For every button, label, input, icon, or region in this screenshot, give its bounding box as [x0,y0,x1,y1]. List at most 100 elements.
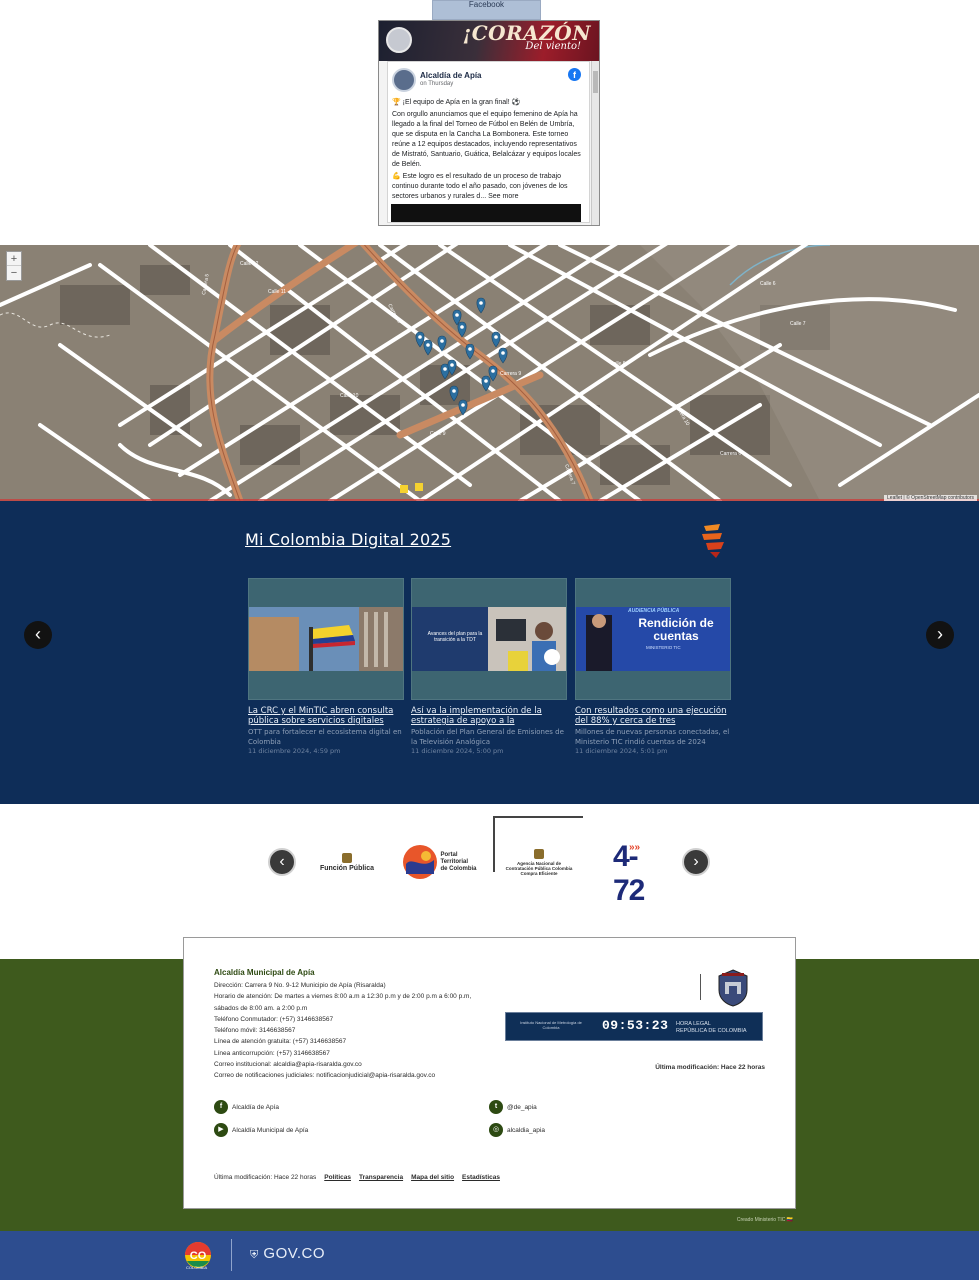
page-avatar [386,27,412,53]
last-modified-right: Última modificación: Hace 22 horas [655,1064,765,1071]
partner-logo-4-72[interactable]: 4-72 »» [608,832,664,907]
zoom-in-button[interactable]: + [7,252,21,266]
image-headline: Rendición de cuentas [638,616,714,643]
section-title[interactable]: Mi Colombia Digital 2025 [245,530,451,549]
image-caption: AUDIENCIA PÚBLICA [628,608,680,614]
map-marker-dot [484,379,488,383]
partners-next-button[interactable]: › [682,848,710,876]
see-more-link[interactable]: See more [488,193,518,200]
news-card-date: 11 diciembre 2024, 4:59 pm [248,747,341,755]
legal-time-clock[interactable]: Instituto Nacional de Metrología de Colo… [505,1012,763,1041]
facebook-post: Alcaldía de Apía on Thursday f 🏆 ¡El equ… [387,61,590,223]
news-card-description: Millones de nuevas personas conectadas, … [575,728,730,746]
street-label: Calle 6 [760,281,776,287]
news-card[interactable]: Avances del plan para la transición a la… [411,578,567,755]
partner-logo-colombia-compra[interactable]: Agencia Nacional de Contratación Pública… [502,832,576,892]
facebook-widget[interactable]: ¡CORAZÓN Del viento! Alcaldía de Apía on… [378,20,600,226]
last-modified: Última modificación: Hace 22 horas [214,1174,317,1181]
carousel-next-button[interactable]: › [926,621,954,649]
coat-of-arms-icon [534,848,544,859]
coat-of-arms-icon: ⛨ [250,1249,259,1261]
post-time[interactable]: on Thursday [420,81,453,87]
post-avatar[interactable] [392,68,416,92]
contact-line: Teléfono Conmutador: (+57) 3146638567 [214,1015,334,1023]
news-card-image[interactable]: AUDIENCIA PÚBLICA Rendición de cuentas M… [575,578,731,700]
news-card-title[interactable]: Así va la implementación de la estrategi… [411,706,567,726]
carousel-prev-button[interactable]: ‹ [24,621,52,649]
post-page-name[interactable]: Alcaldía de Apía [420,71,482,80]
partners-prev-button[interactable]: ‹ [268,848,296,876]
contact-line[interactable]: Correo institucional: alcaldia@apia-risa… [214,1059,514,1070]
street-label: Carrera 6 [720,451,741,457]
zoom-out-button[interactable]: − [7,266,21,280]
street-label: Calle 8 [610,361,626,367]
map-canvas[interactable]: Calle 11 Carrera 8 Calle 10 Carrera 9 Ca… [0,245,979,501]
news-card[interactable]: La CRC y el MinTIC abren consulta públic… [248,578,404,755]
post-text: 🏆 ¡El equipo de Apía en la gran final! ⚽… [392,98,584,204]
contact-line: Línea de atención gratuita: (+57) 314663… [214,1038,347,1046]
street-label: Calle 7 [790,321,806,327]
clock-institute-text: Instituto Nacional de Metrología de Colo… [520,1020,582,1030]
clock-time: 09:53:23 [602,1018,669,1033]
contact-info: Dirección: Carrera 9 No. 9-12 Municipio … [214,980,514,1082]
contact-line: sábados de 8:00 am. a 2:00 p.m [214,1004,308,1012]
news-card-image[interactable]: Avances del plan para la transición a la… [411,578,567,700]
social-youtube[interactable]: ▶ Alcaldía Municipal de Apía [214,1123,308,1137]
link-transparencia[interactable]: Transparencia [359,1174,403,1181]
image-caption: Avances del plan para la transición a la… [427,631,483,643]
town-map[interactable]: Calle 11 Carrera 8 Calle 10 Carrera 9 Ca… [0,245,979,501]
govco-bar: CO COLOMBIA ⛨ GOV.CO [0,1231,979,1280]
map-marker-dot [494,335,498,339]
news-card-image[interactable] [248,578,404,700]
divider [700,974,701,1000]
contact-line[interactable]: Correo de notificaciones judiciales: not… [214,1070,514,1081]
facebook-tab[interactable]: Facebook [432,0,541,20]
scroll-thumb[interactable] [593,71,598,93]
social-facebook[interactable]: f Alcaldía de Apía [214,1100,279,1114]
post-video-thumbnail[interactable] [391,204,581,222]
news-card-title[interactable]: La CRC y el MinTIC abren consulta públic… [248,706,404,726]
partner-logos-carousel: ‹ › Función Pública Portal Territorial d… [0,804,979,959]
poi-icon [415,483,423,491]
map-marker-dot [455,313,459,317]
facebook-cover-image: ¡CORAZÓN Del viento! [379,21,599,61]
link-mapa-del-sitio[interactable]: Mapa del sitio [411,1174,454,1181]
credit-text[interactable]: Creado Ministerio TIC 🇨🇴 [737,1217,793,1223]
news-card-date: 11 diciembre 2024, 5:01 pm [575,747,668,755]
facebook-icon[interactable]: f [568,68,581,81]
link-estadisticas[interactable]: Estadísticas [462,1174,500,1181]
link-politicas[interactable]: Políticas [324,1174,351,1181]
mi-colombia-logo [702,524,724,558]
instagram-icon: ◎ [489,1123,503,1137]
partner-name: Agencia Nacional de Contratación Pública… [505,860,573,876]
social-twitter[interactable]: t @de_apia [489,1100,537,1114]
post-paragraph: Con orgullo anunciamos que el equipo fem… [392,111,581,168]
facebook-icon: f [214,1100,228,1114]
partner-logo-funcion-publica[interactable]: Función Pública [312,832,382,892]
arrows-icon: »» [629,842,641,853]
news-card-description: Población del Plan General de Emisiones … [411,728,564,746]
chevron-right-icon: › [693,853,699,870]
mi-colombia-digital-section: Mi Colombia Digital 2025 ‹ › La CRC y el… [0,501,979,804]
street-label: Calle 10 [340,393,359,399]
news-card-date: 11 diciembre 2024, 5:00 pm [411,747,504,755]
map-marker-dot [443,367,447,371]
co-text: CO [190,1250,207,1262]
news-card-title[interactable]: Con resultados como una ejecución del 88… [575,706,731,726]
govco-logo-text[interactable]: ⛨ GOV.CO [250,1245,325,1262]
divider [231,1239,232,1271]
social-instagram[interactable]: ◎ alcaldia_apia [489,1123,545,1137]
street-label: Calle 9 [430,431,446,437]
social-label: alcaldia_apia [507,1126,545,1134]
widget-scrollbar[interactable] [591,61,599,225]
post-paragraph-text: 💪 Este logro es el resultado de un proce… [392,173,568,200]
co-subtitle: COLOMBIA [186,1265,208,1270]
map-marker-dot [418,335,422,339]
chevron-left-icon: ‹ [279,853,285,870]
page-root: Facebook ¡CORAZÓN Del viento! Alcaldía d… [0,0,979,1280]
partner-logo-portal-territorial[interactable]: Portal Territorial de Colombia [400,832,478,892]
municipal-shield-icon [718,969,748,1007]
street-label: Carrera 9 [500,371,521,377]
news-card[interactable]: AUDIENCIA PÚBLICA Rendición de cuentas M… [575,578,731,755]
partner-name: Portal Territorial de Colombia [440,851,477,872]
